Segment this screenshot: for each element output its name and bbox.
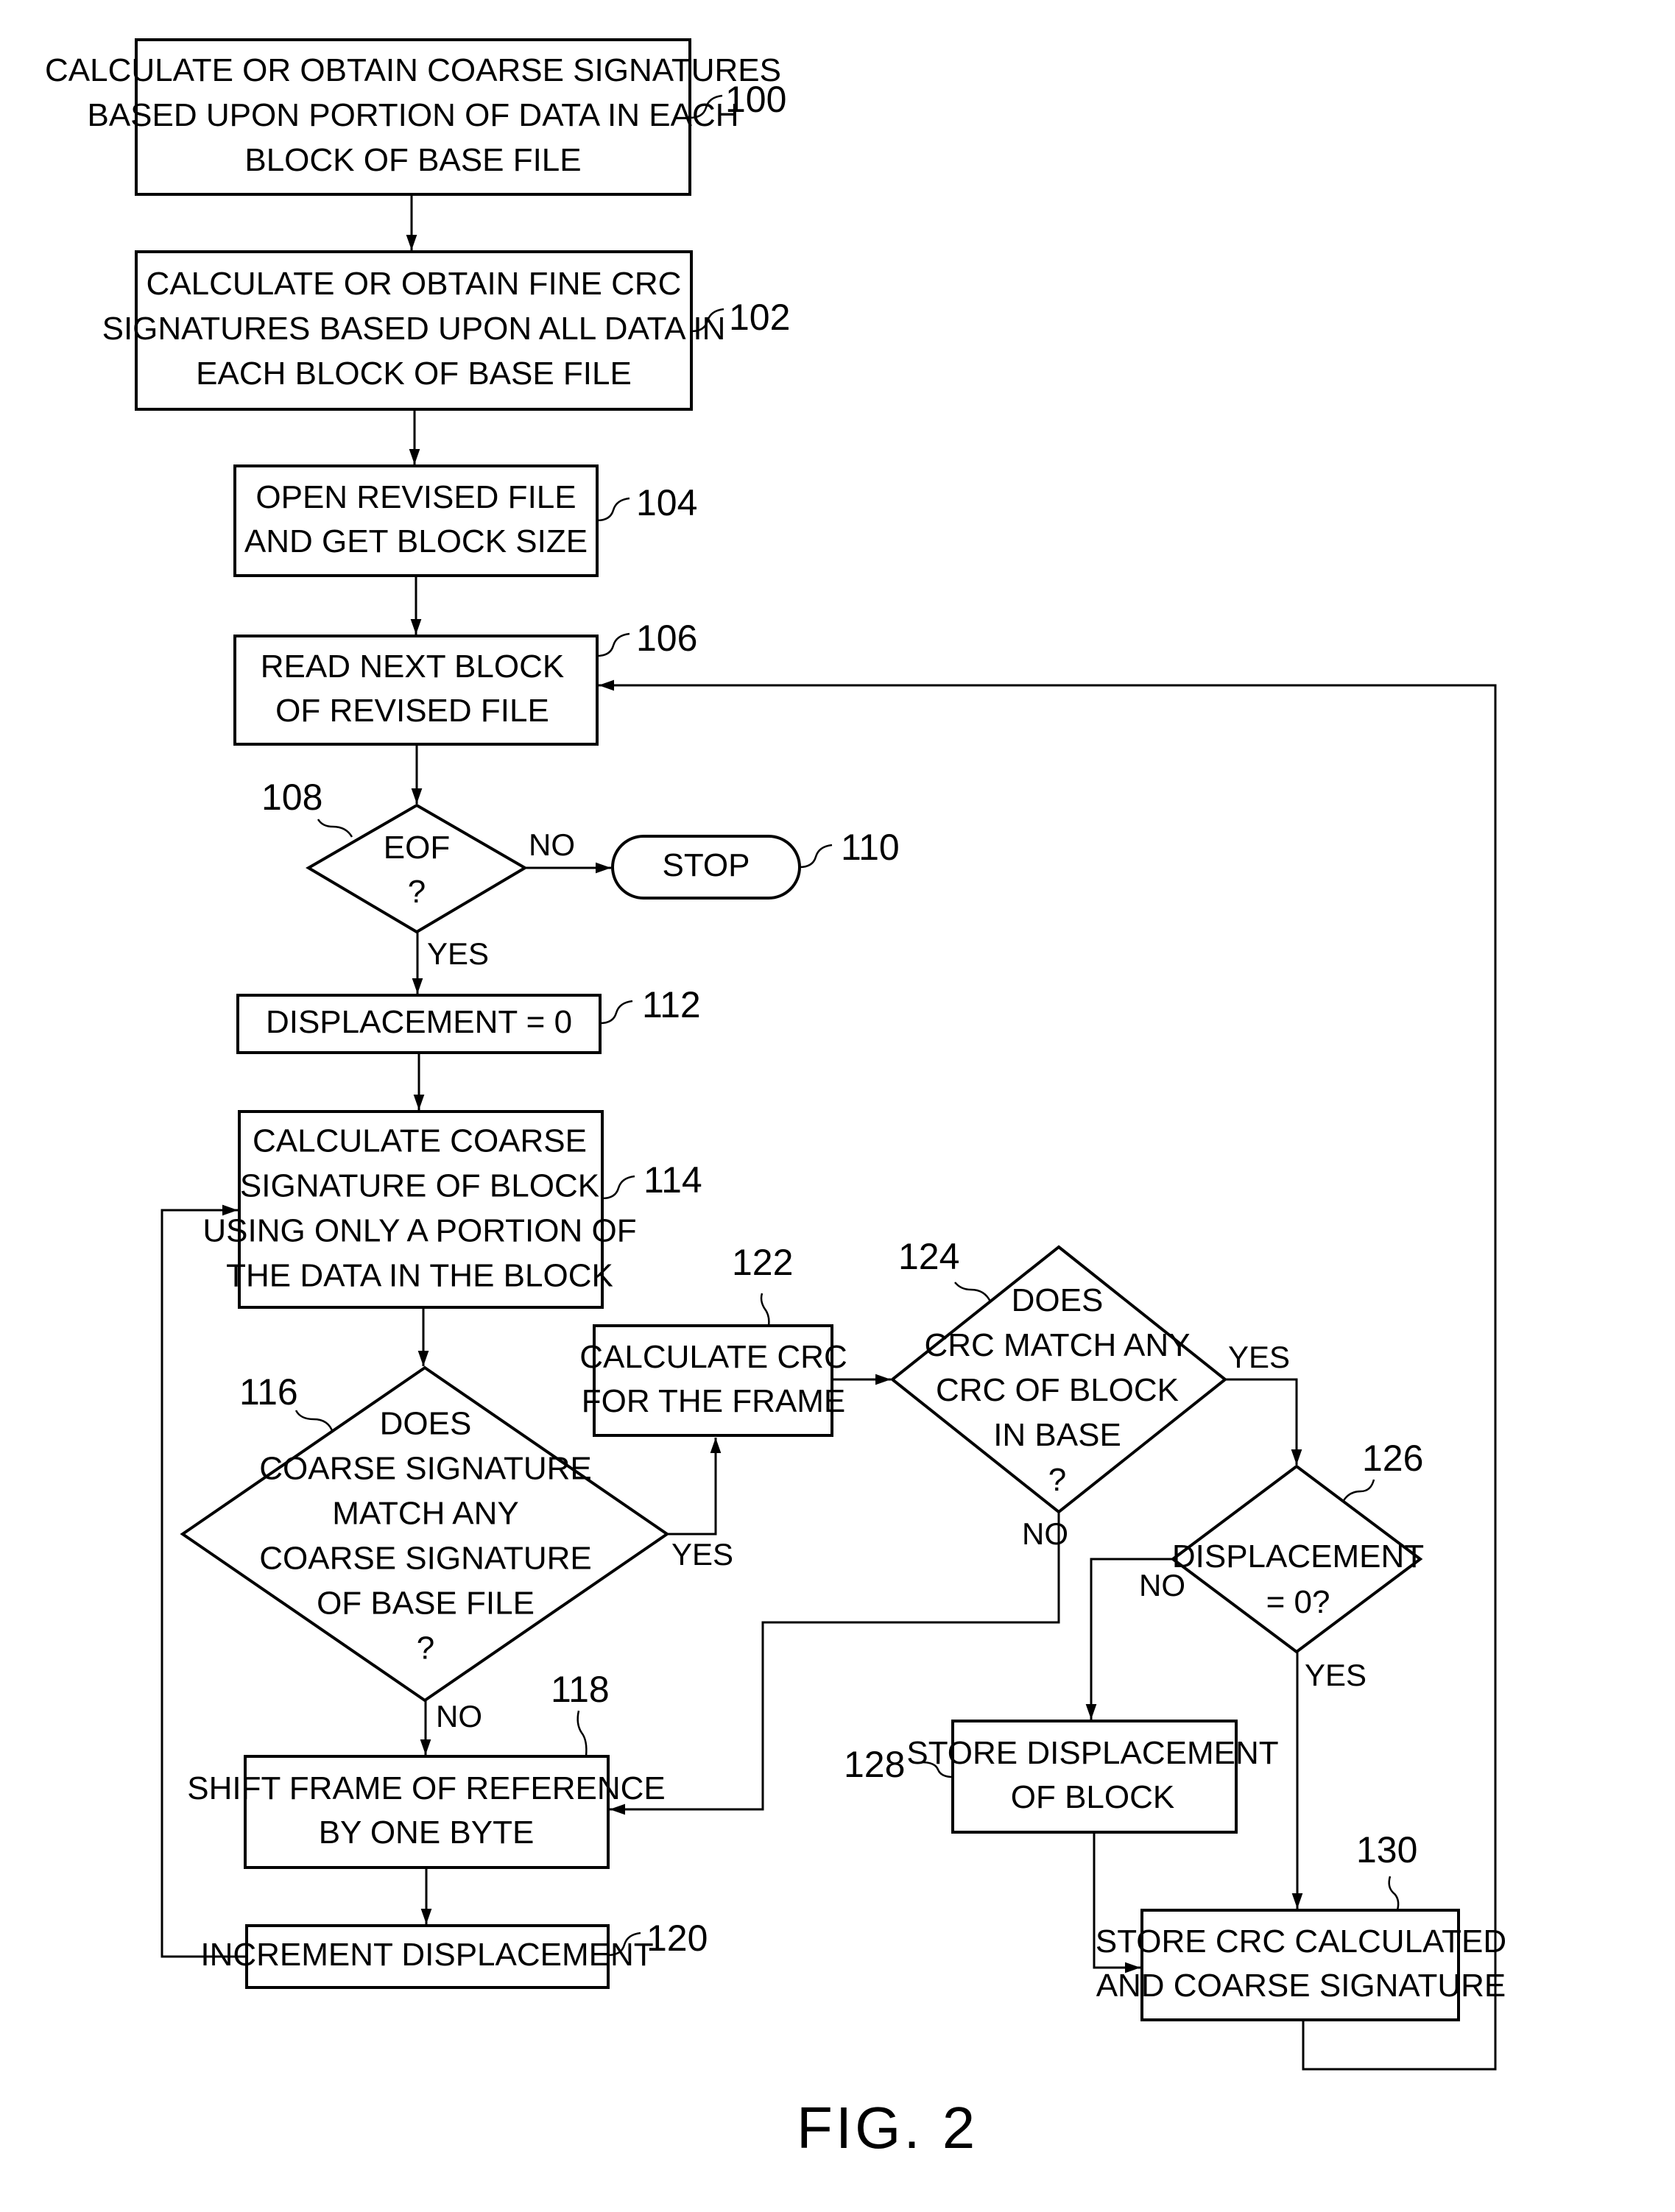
node-text-line: BLOCK OF BASE FILE <box>244 142 581 178</box>
node-text-line: ? <box>1048 1462 1066 1498</box>
node-text-line: BY ONE BYTE <box>319 1815 535 1851</box>
ref-label-118: 118 <box>551 1669 610 1710</box>
node-text-line: READ NEXT BLOCK <box>261 649 564 685</box>
edge-116-122 <box>667 1438 722 1536</box>
figure-label: FIG. 2 <box>797 2095 978 2160</box>
edge-label-126-no: NO <box>1139 1568 1185 1603</box>
node-text-line: STOP <box>662 847 750 883</box>
leader-line-116 <box>295 1410 334 1433</box>
node-text-line: COARSE SIGNATURE <box>259 1540 591 1576</box>
node-text-124: DOES CRC MATCH ANY CRC OF BLOCK IN BASE? <box>925 1282 1191 1498</box>
node-text-line: SHIFT FRAME OF REFERENCE <box>187 1770 665 1806</box>
node-text-line: DISPLACEMENT <box>1172 1538 1424 1575</box>
node-text-line: CALCULATE COARSE <box>253 1123 587 1159</box>
node-text-line: ? <box>417 1630 434 1666</box>
node-text-line: THE DATA IN THE BLOCK <box>226 1257 613 1293</box>
ref-label-130: 130 <box>1356 1829 1417 1870</box>
node-text-line: CALCULATE OR OBTAIN FINE CRC <box>147 266 682 302</box>
leader-line-114 <box>602 1175 635 1200</box>
ref-label-104: 104 <box>636 482 697 523</box>
node-text-line: = 0? <box>1266 1584 1330 1620</box>
node-text-line: SIGNATURES BASED UPON ALL DATA IN <box>102 311 726 347</box>
node-text-112: DISPLACEMENT = 0 <box>266 1004 572 1040</box>
edge-label-116-yes: YES <box>671 1537 733 1572</box>
node-text-line: STORE CRC CALCULATED <box>1096 1923 1506 1960</box>
node-text-110: STOP <box>662 847 750 883</box>
node-text-line: CALCULATE CRC <box>579 1339 847 1375</box>
node-text-line: OPEN REVISED FILE <box>255 479 576 515</box>
edge-label-124-yes: YES <box>1228 1340 1290 1374</box>
ref-label-110: 110 <box>841 827 900 868</box>
node-text-line: CRC OF BLOCK <box>936 1372 1179 1408</box>
node-text-line: STORE DISPLACEMENT <box>906 1735 1278 1771</box>
leader-line-130 <box>1388 1876 1400 1911</box>
leader-line-126 <box>1341 1479 1375 1502</box>
flowchart: CALCULATE OR OBTAIN COARSE SIGNATURES BAS… <box>45 38 1506 2160</box>
node-text-line: INCREMENT DISPLACEMENT <box>200 1937 653 1973</box>
ref-label-102: 102 <box>729 297 790 338</box>
edge-label-108-yes: YES <box>427 936 489 971</box>
node-text-120: INCREMENT DISPLACEMENT <box>200 1937 653 1973</box>
edge-label-124-no: NO <box>1022 1516 1068 1551</box>
decision-diamond-108 <box>306 803 528 934</box>
node-text-line: OF BASE FILE <box>317 1585 535 1621</box>
ref-label-100: 100 <box>725 79 786 120</box>
node-text-line: AND GET BLOCK SIZE <box>244 523 588 559</box>
edge-124-126 <box>1225 1378 1302 1465</box>
node-text-line: MATCH ANY <box>332 1495 518 1531</box>
leader-line-112 <box>599 1000 633 1025</box>
leader-line-124 <box>954 1282 992 1302</box>
node-text-line: CRC MATCH ANY <box>925 1327 1191 1363</box>
ref-label-112: 112 <box>642 984 701 1025</box>
node-text-line: BASED UPON PORTION OF DATA IN EACH <box>87 97 738 133</box>
ref-label-126: 126 <box>1362 1438 1423 1479</box>
node-text-line: COARSE SIGNATURE <box>259 1450 591 1486</box>
leader-line-110 <box>799 844 833 869</box>
node-text-line: IN BASE <box>993 1417 1121 1453</box>
node-text-line: USING ONLY A PORTION OF <box>202 1212 636 1248</box>
node-text-line: FOR THE FRAME <box>582 1383 846 1419</box>
leader-line-108 <box>317 819 353 838</box>
leader-line-118 <box>576 1710 588 1757</box>
ref-label-116: 116 <box>239 1371 298 1413</box>
edge-120-114 <box>161 1204 247 1958</box>
leader-line-104 <box>596 497 630 522</box>
ref-label-128: 128 <box>844 1744 905 1785</box>
leader-line-122 <box>760 1293 770 1326</box>
node-text-line: EACH BLOCK OF BASE FILE <box>196 356 632 392</box>
node-text-line: DOES <box>380 1405 472 1441</box>
node-text-line: CALCULATE OR OBTAIN COARSE SIGNATURES <box>45 52 781 88</box>
node-text-line: AND COARSE SIGNATURE <box>1096 1968 1506 2004</box>
edge-label-116-no: NO <box>436 1699 482 1734</box>
node-text-line: OF BLOCK <box>1011 1779 1175 1815</box>
leader-line-106 <box>596 632 630 657</box>
node-text-line: DOES <box>1012 1282 1104 1318</box>
edge-label-108-no: NO <box>529 827 575 862</box>
ref-label-120: 120 <box>646 1918 708 1959</box>
ref-label-114: 114 <box>643 1159 702 1201</box>
edge-label-126-yes: YES <box>1305 1658 1367 1692</box>
ref-label-106: 106 <box>636 618 697 659</box>
node-text-line: OF REVISED FILE <box>275 693 549 729</box>
ref-label-124: 124 <box>898 1236 959 1277</box>
node-text-line: ? <box>408 874 426 910</box>
node-text-line: EOF <box>384 830 450 866</box>
node-text-line: SIGNATURE OF BLOCK <box>240 1167 599 1204</box>
ref-label-122: 122 <box>732 1242 793 1283</box>
ref-label-108: 108 <box>261 777 322 818</box>
node-text-line: DISPLACEMENT = 0 <box>266 1004 572 1040</box>
